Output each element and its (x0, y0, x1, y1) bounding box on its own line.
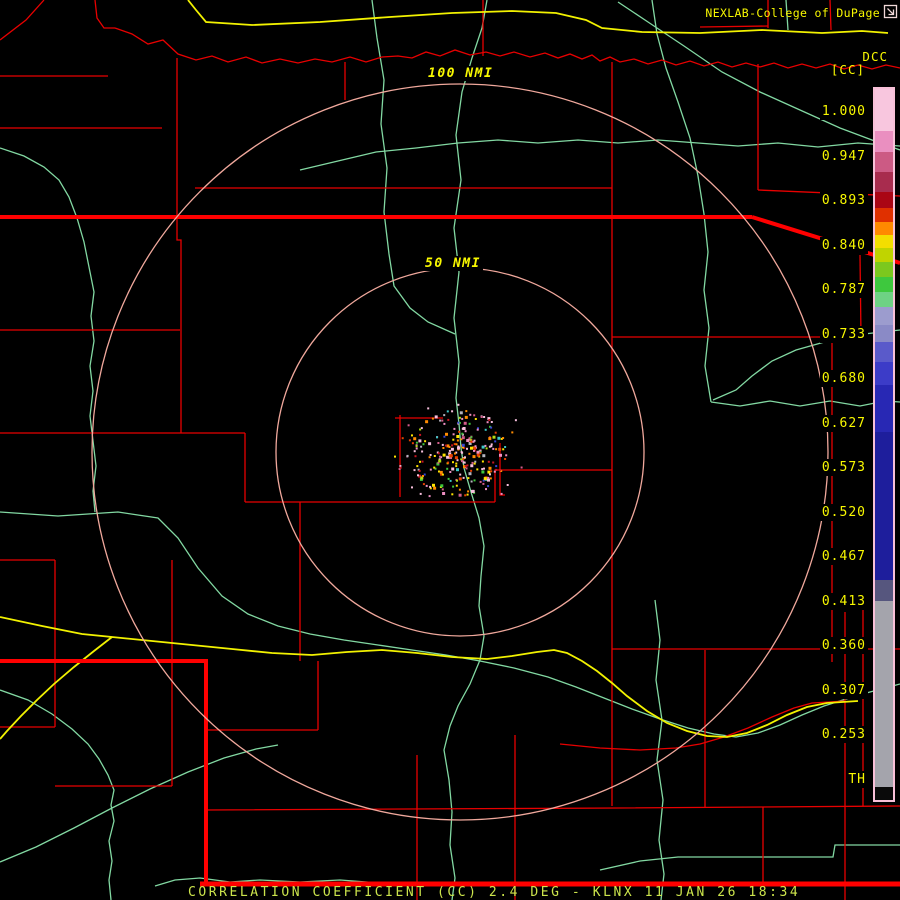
colorbar-segment (875, 172, 893, 192)
colorbar-segment (875, 262, 893, 277)
colorbar-segment (875, 235, 893, 248)
colorbar-segment (875, 307, 893, 325)
radar-map (0, 0, 900, 900)
colorbar-segment (875, 131, 893, 152)
colorbar-segment (875, 248, 893, 262)
status-bar: CORRELATION COEFFICIENT (CC) 2.4 DEG - K… (188, 885, 801, 900)
colorbar-segment (875, 385, 893, 432)
colorbar-segment (875, 362, 893, 385)
colorbar-segment (875, 432, 893, 580)
range-ring-50nmi (275, 267, 645, 637)
colorbar-segment (875, 89, 893, 131)
colorbar-segment (875, 342, 893, 362)
range-ring-label-50: 50 NMI (423, 256, 483, 271)
colorbar-segment (875, 787, 893, 800)
highway-lines (0, 0, 889, 740)
colorbar-segment (875, 277, 893, 292)
colorbar (873, 87, 895, 802)
colorbar-segment (875, 292, 893, 307)
colorbar-segment (875, 152, 893, 172)
popout-icon[interactable] (883, 4, 898, 19)
radar-display: NEXLAB-College of DuPage DCC [CC] 1.000 0… (0, 0, 900, 900)
range-ring-100nmi (91, 83, 829, 821)
colorbar-segment (875, 222, 893, 235)
product-code-label: DCC (862, 49, 888, 64)
colorbar-segment (875, 580, 893, 601)
units-label: [CC] (830, 62, 865, 77)
range-rings (91, 83, 829, 821)
colorbar-segment (875, 325, 893, 342)
colorbar-segment (875, 601, 893, 787)
page-title: NEXLAB-College of DuPage (705, 6, 880, 20)
colorbar-segment (875, 192, 893, 208)
range-ring-label-100: 100 NMI (426, 66, 496, 81)
colorbar-segment (875, 208, 893, 222)
